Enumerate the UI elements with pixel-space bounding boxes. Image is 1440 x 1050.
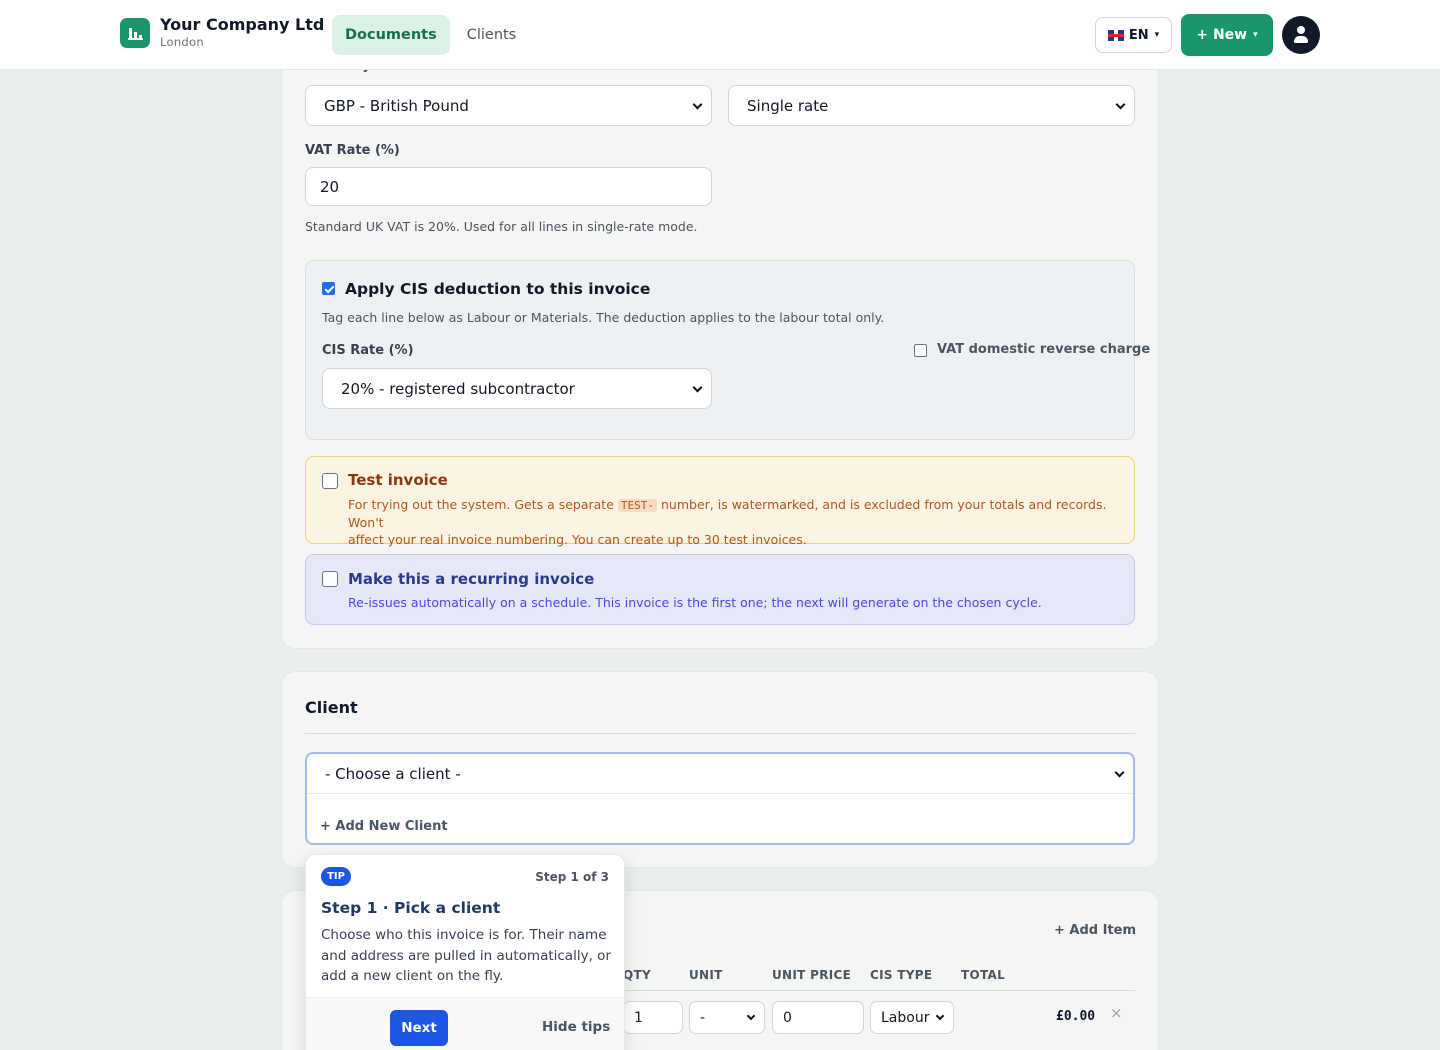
cis-checkbox[interactable] [322, 282, 335, 295]
add-new-client-link[interactable]: + Add New Client [320, 819, 448, 834]
reverse-charge-label[interactable]: VAT domestic reverse charge [937, 342, 1150, 357]
chevron-down-icon [1115, 99, 1126, 110]
company-location: London [160, 35, 204, 49]
language-code: EN [1128, 27, 1149, 43]
chevron-down-icon [692, 382, 703, 393]
reverse-charge-checkbox[interactable] [914, 344, 927, 357]
nav-clients[interactable]: Clients [454, 15, 530, 55]
cis-title: Apply CIS deduction to this invoice [345, 280, 651, 298]
column-unit: UNIT [689, 968, 723, 982]
tip-title: Step 1 · Pick a client [321, 899, 501, 917]
tip-body: Choose who this invoice is for. Their na… [321, 927, 611, 984]
line-total: £0.00 [1056, 1009, 1096, 1024]
column-cis-type: CIS TYPE [870, 968, 933, 982]
remove-line-icon[interactable]: × [1110, 1004, 1123, 1022]
chevron-down-icon [746, 1011, 756, 1021]
main-nav: Documents Clients [332, 15, 533, 55]
currency-value: GBP - British Pound [324, 96, 469, 115]
client-select-value: - Choose a client - [325, 764, 461, 783]
brand[interactable]: Your Company Ltd London [120, 16, 324, 50]
cis-type-value: Labour [881, 1009, 930, 1026]
test-invoice-description: For trying out the system. Gets a separa… [348, 496, 1118, 548]
chevron-down-icon: ▾ [1154, 30, 1160, 40]
tip-step-counter: Step 1 of 3 [535, 870, 609, 884]
column-total: TOTAL [961, 968, 1006, 982]
vat-rate-input[interactable]: 20 [305, 167, 712, 206]
recurring-description: Re-issues automatically on a schedule. T… [348, 595, 1042, 610]
chevron-down-icon [692, 99, 703, 110]
language-selector[interactable]: EN ▾ [1095, 17, 1172, 53]
cis-rate-value: 20% - registered subcontractor [341, 379, 575, 398]
column-qty: QTY [623, 968, 651, 982]
cis-rate-select[interactable]: 20% - registered subcontractor [322, 368, 712, 409]
user-icon [1297, 26, 1305, 34]
client-picker: - Choose a client - + Add New Client [305, 752, 1135, 845]
test-prefix-code: TEST- [617, 499, 658, 512]
cis-type-select[interactable]: Labour [870, 1001, 954, 1034]
currency-select[interactable]: GBP - British Pound [305, 85, 712, 126]
client-select[interactable]: - Choose a client - [307, 754, 1133, 794]
nav-documents[interactable]: Documents [332, 15, 450, 55]
chevron-down-icon [1114, 767, 1125, 778]
unit-value: - [700, 1009, 706, 1026]
qty-input[interactable]: 1 [623, 1001, 683, 1034]
cis-hint: Tag each line below as Labour or Materia… [322, 310, 885, 325]
add-item-button[interactable]: + Add Item [1054, 923, 1136, 938]
vat-hint: Standard UK VAT is 20%. Used for all lin… [305, 219, 698, 234]
recurring-panel [305, 554, 1135, 625]
tip-footer: Next Hide tips [306, 997, 624, 1050]
hide-tips-button[interactable]: Hide tips [542, 1019, 610, 1035]
test-invoice-title: Test invoice [348, 471, 448, 489]
new-document-button[interactable]: + New ▾ [1181, 14, 1273, 56]
cis-rate-label: CIS Rate (%) [322, 343, 414, 358]
user-avatar[interactable] [1282, 16, 1320, 54]
vat-treatment-select[interactable]: Single rate [728, 85, 1135, 126]
vat-treatment-value: Single rate [747, 96, 829, 115]
onboarding-tip: TIP Step 1 of 3 Step 1 · Pick a client C… [305, 854, 625, 1050]
tip-badge: TIP [321, 867, 351, 886]
recurring-title: Make this a recurring invoice [348, 570, 595, 588]
test-desc-line2: affect your real invoice numbering. You … [348, 532, 807, 547]
unit-select[interactable]: - [689, 1001, 765, 1034]
test-desc-part1: For trying out the system. Gets a separa… [348, 497, 614, 512]
tip-next-button[interactable]: Next [390, 1010, 448, 1046]
uk-flag-icon [1107, 29, 1124, 41]
divider [305, 733, 1135, 734]
chevron-down-icon: ▾ [1253, 30, 1258, 40]
client-section-title: Client [305, 698, 358, 717]
recurring-checkbox[interactable] [322, 571, 338, 587]
company-name: Your Company Ltd [160, 15, 325, 34]
top-navigation-bar: Your Company Ltd London Documents Client… [0, 0, 1440, 70]
chart-logo-icon [120, 18, 150, 48]
vat-rate-label: VAT Rate (%) [305, 143, 400, 158]
test-invoice-checkbox[interactable] [322, 473, 338, 489]
column-unit-price: UNIT PRICE [772, 968, 852, 982]
new-button-label: + New [1196, 27, 1248, 43]
unit-price-input[interactable]: 0 [772, 1001, 864, 1034]
chevron-down-icon [935, 1011, 945, 1021]
